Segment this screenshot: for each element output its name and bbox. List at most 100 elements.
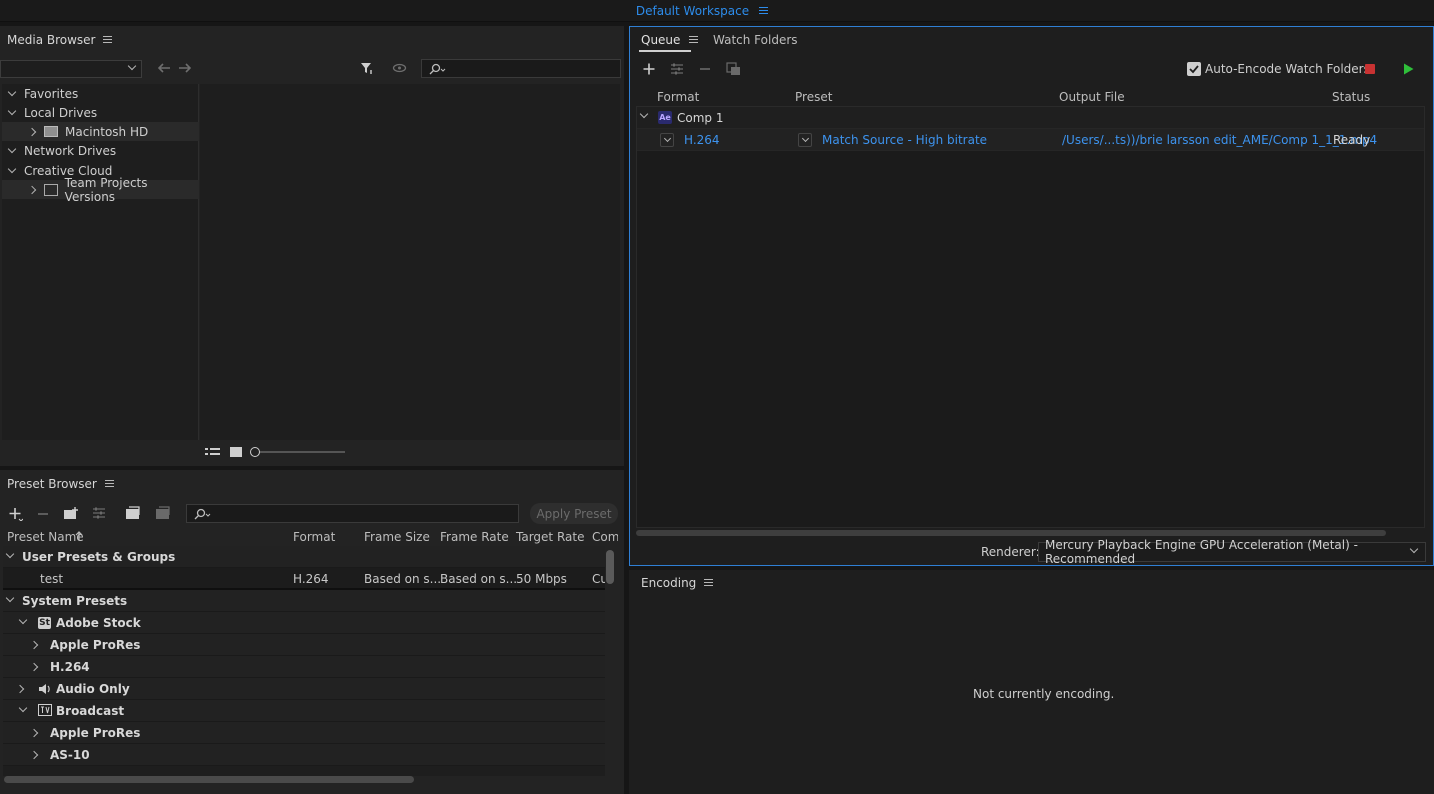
export-preset-icon[interactable]: [154, 505, 172, 521]
workspace-menu-icon[interactable]: [759, 7, 769, 15]
preset-category-broadcast[interactable]: Broadcast: [3, 700, 605, 722]
chevron-down-icon[interactable]: [7, 144, 17, 154]
preset-vertical-scrollbar[interactable]: [606, 550, 614, 584]
format-link[interactable]: H.264: [684, 133, 720, 147]
preset-category-audio-only[interactable]: Audio Only: [3, 678, 605, 700]
preset-settings-icon[interactable]: [91, 505, 107, 521]
column-comment[interactable]: Comr: [592, 530, 618, 544]
chevron-down-icon[interactable]: [18, 615, 28, 625]
chevron-down-icon[interactable]: [639, 109, 649, 119]
preset-row-test[interactable]: test H.264 Based on s... Based on s... 5…: [3, 568, 605, 590]
preset-subgroup-h264[interactable]: H.264: [3, 656, 605, 678]
add-preset-icon[interactable]: [8, 506, 24, 522]
preset-search-input[interactable]: [186, 504, 519, 523]
queue-settings-icon[interactable]: [669, 61, 685, 77]
chevron-right-icon[interactable]: [29, 640, 39, 650]
chevron-right-icon[interactable]: [29, 728, 39, 738]
filter-icon[interactable]: [359, 60, 375, 76]
zoom-slider-handle[interactable]: [250, 447, 260, 457]
preset-subgroup-as10[interactable]: AS-10: [3, 744, 605, 766]
preset-subgroup-apple-prores[interactable]: Apple ProRes: [3, 634, 605, 656]
apply-preset-button[interactable]: Apply Preset: [530, 503, 618, 524]
preset-browser-menu-icon[interactable]: [104, 480, 114, 488]
chevron-down-icon[interactable]: [18, 703, 28, 713]
queue-source-row[interactable]: Ae Comp 1: [637, 107, 1424, 129]
queue-toolbar: Auto-Encode Watch Folders: [636, 56, 1426, 82]
column-status[interactable]: Status: [1332, 90, 1370, 104]
preset-subgroup-apple-prores-broadcast[interactable]: Apple ProRes: [3, 722, 605, 744]
chevron-down-icon[interactable]: [5, 593, 15, 603]
back-arrow-icon[interactable]: [157, 61, 171, 75]
chevron-right-icon[interactable]: [27, 127, 37, 136]
adobe-stock-icon: St: [38, 617, 51, 629]
view-eye-icon[interactable]: [391, 61, 407, 75]
tree-item-macintosh-hd[interactable]: Macintosh HD: [2, 122, 199, 141]
chevron-down-icon[interactable]: [5, 549, 15, 559]
format-dropdown[interactable]: [660, 133, 674, 147]
hard-drive-icon: [44, 126, 58, 137]
column-format[interactable]: Format: [657, 90, 699, 104]
preset-browser-header: Preset Browser: [7, 477, 114, 491]
tv-icon: [38, 704, 52, 716]
stop-queue-button[interactable]: [1365, 64, 1375, 74]
forward-arrow-icon[interactable]: [177, 61, 191, 75]
media-browser-title: Media Browser: [7, 33, 96, 47]
add-source-icon[interactable]: [642, 62, 656, 76]
zoom-slider[interactable]: [256, 451, 345, 453]
start-queue-button[interactable]: [1401, 62, 1415, 76]
chevron-down-icon: [801, 134, 809, 143]
queue-horizontal-scrollbar[interactable]: [636, 530, 1386, 536]
list-view-icon[interactable]: [204, 446, 220, 458]
preset-category-adobe-stock[interactable]: St Adobe Stock: [3, 612, 605, 634]
remove-item-icon[interactable]: [698, 62, 712, 76]
tree-item-network-drives[interactable]: Network Drives: [2, 141, 199, 160]
sort-ascending-icon[interactable]: [75, 531, 83, 541]
icon-view-icon[interactable]: [229, 446, 243, 458]
speaker-icon: [39, 684, 50, 694]
tab-queue[interactable]: Queue: [641, 33, 699, 47]
new-group-icon[interactable]: [62, 505, 80, 521]
preset-horizontal-scrollbar[interactable]: [4, 776, 414, 783]
output-file-link[interactable]: /Users/...ts))/brie larsson edit_AME/Com…: [1062, 133, 1377, 147]
chevron-right-icon[interactable]: [27, 185, 37, 194]
media-browser-header: Media Browser: [7, 33, 113, 47]
column-output-file[interactable]: Output File: [1059, 90, 1125, 104]
tree-item-local-drives[interactable]: Local Drives: [2, 103, 199, 122]
chevron-down-icon[interactable]: [7, 87, 17, 97]
chevron-right-icon[interactable]: [15, 684, 25, 694]
tab-watch-folders[interactable]: Watch Folders: [713, 33, 798, 47]
media-search-input[interactable]: [421, 59, 621, 78]
renderer-dropdown[interactable]: Mercury Playback Engine GPU Acceleration…: [1038, 538, 1426, 566]
chevron-down-icon[interactable]: [7, 164, 17, 174]
column-format[interactable]: Format: [293, 530, 335, 544]
column-frame-rate[interactable]: Frame Rate: [440, 530, 509, 544]
media-location-dropdown[interactable]: [0, 60, 142, 78]
remove-preset-icon[interactable]: [36, 507, 50, 521]
preset-group-system[interactable]: System Presets: [3, 590, 605, 612]
auto-encode-checkbox[interactable]: [1187, 62, 1201, 76]
preset-group-user[interactable]: User Presets & Groups: [3, 546, 605, 568]
media-browser-menu-icon[interactable]: [103, 36, 113, 44]
team-project-icon: [43, 183, 58, 196]
chevron-down-icon[interactable]: [7, 106, 17, 116]
preset-link[interactable]: Match Source - High bitrate: [822, 133, 987, 147]
column-preset[interactable]: Preset: [795, 90, 832, 104]
tree-item-team-projects-versions[interactable]: Team Projects Versions: [2, 176, 199, 204]
tree-item-favorites[interactable]: Favorites: [2, 84, 199, 103]
duplicate-icon[interactable]: [725, 61, 741, 77]
workspace-switcher[interactable]: Default Workspace: [630, 0, 774, 22]
workspace-bar: Default Workspace: [0, 0, 1434, 22]
chevron-right-icon[interactable]: [29, 750, 39, 760]
column-preset-name[interactable]: Preset Name: [7, 530, 84, 544]
preset-browser-title: Preset Browser: [7, 477, 97, 491]
queue-menu-icon[interactable]: [689, 36, 699, 44]
queue-list: Ae Comp 1 H.264 Match Source - High bitr…: [636, 106, 1425, 528]
column-frame-size[interactable]: Frame Size: [364, 530, 430, 544]
chevron-right-icon[interactable]: [29, 662, 39, 672]
queue-output-row[interactable]: H.264 Match Source - High bitrate /Users…: [637, 129, 1424, 151]
import-preset-icon[interactable]: [124, 505, 142, 521]
column-target-rate[interactable]: Target Rate: [516, 530, 584, 544]
play-icon: [1403, 63, 1413, 75]
preset-dropdown[interactable]: [798, 133, 812, 147]
encoding-menu-icon[interactable]: [704, 579, 714, 587]
